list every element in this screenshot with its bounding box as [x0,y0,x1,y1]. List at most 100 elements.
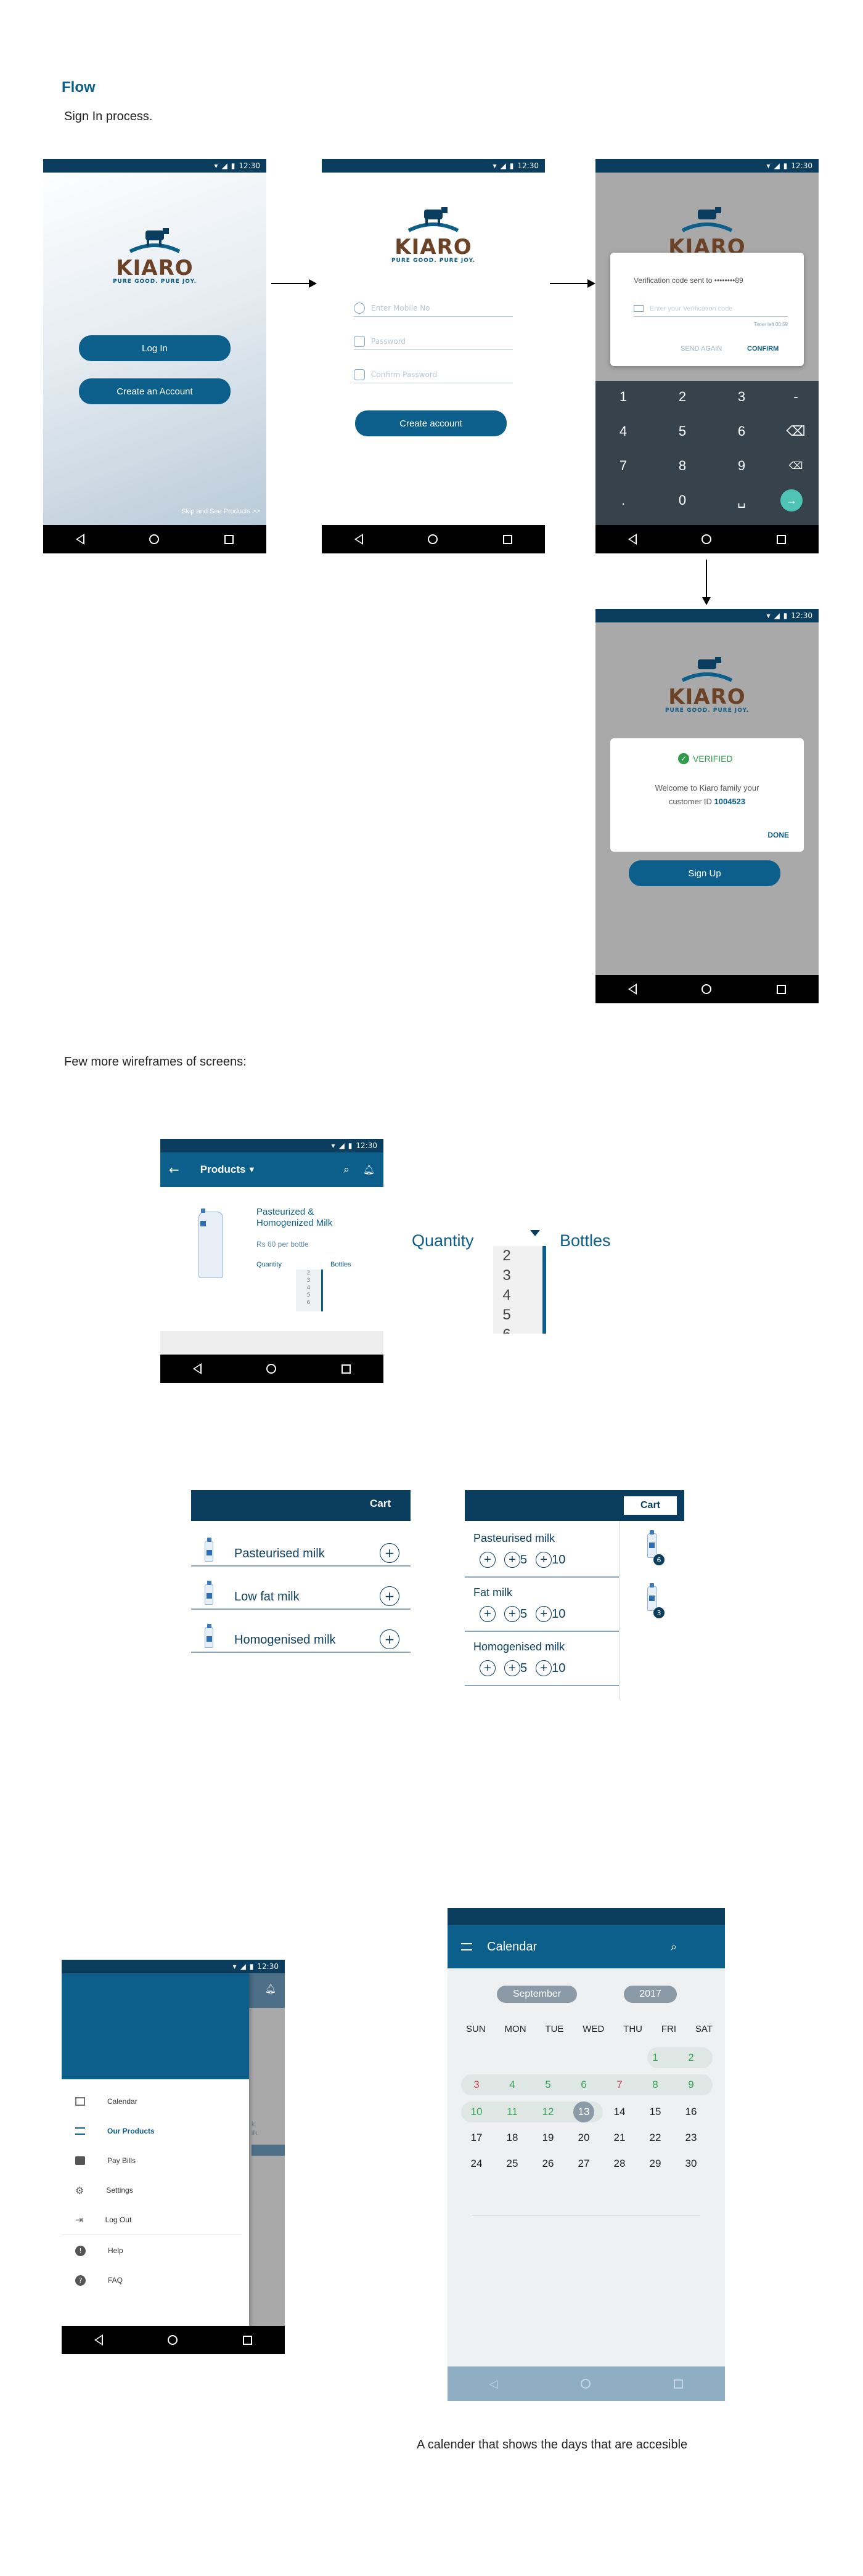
year-selector[interactable]: 2017 [624,1986,677,2003]
key-7[interactable]: 7 [595,450,651,482]
code-input[interactable]: Enter your Verification code [634,301,788,317]
calendar-day[interactable]: 11 [502,2101,523,2122]
home-icon[interactable] [701,534,712,544]
key-3[interactable]: 3 [714,381,769,413]
key-4[interactable]: 4 [595,415,651,447]
calendar-day[interactable]: 2 [681,2047,701,2068]
back-icon[interactable] [354,534,363,545]
key-dot[interactable]: . [595,484,651,516]
back-arrow-icon[interactable]: ← [169,1162,179,1177]
recents-icon[interactable] [777,984,787,994]
key-8[interactable]: 8 [655,450,710,482]
recents-icon[interactable] [674,2379,684,2389]
key-2[interactable]: 2 [655,381,710,413]
search-icon[interactable]: ⌕ [671,1941,677,1954]
create-account-button[interactable]: Create an Account [79,378,231,404]
calendar-day[interactable]: 9 [681,2074,701,2095]
backspace-icon[interactable]: ⌫ [768,415,819,447]
add-five-icon[interactable]: + [504,1552,520,1568]
back-icon[interactable] [628,534,637,545]
key-5[interactable]: 5 [655,415,710,447]
home-icon[interactable] [149,534,160,544]
calendar-day[interactable]: 19 [538,2127,558,2148]
recents-icon[interactable] [342,1364,351,1374]
back-icon[interactable] [192,1363,202,1374]
month-selector[interactable]: September [497,1986,577,2003]
calendar-day[interactable]: 3 [466,2074,487,2095]
calendar-day[interactable]: 15 [645,2101,666,2122]
calendar-day[interactable]: 10 [466,2101,487,2122]
bell-icon[interactable]: 🔔︎ [363,1164,375,1175]
calendar-day[interactable]: 22 [645,2127,666,2148]
backspace-icon[interactable]: ⌫ [768,450,819,482]
add-ten-icon[interactable]: + [536,1606,552,1622]
add-five-icon[interactable]: + [504,1660,520,1676]
key-6[interactable]: 6 [714,415,769,447]
add-ten-icon[interactable]: + [536,1552,552,1568]
signup-button[interactable]: Sign Up [629,860,780,886]
home-icon[interactable] [701,984,712,994]
calendar-day[interactable]: 28 [609,2153,630,2174]
cart-tab-button[interactable]: Cart [624,1496,677,1515]
calendar-day[interactable]: 18 [502,2127,523,2148]
add-one-icon[interactable]: + [480,1660,496,1676]
drawer-item-settings[interactable]: ⚙ Settings [62,2178,249,2203]
menu-icon[interactable] [461,1943,472,1950]
recents-icon[interactable] [777,534,787,544]
calendar-day[interactable]: 8 [645,2074,666,2095]
add-one-icon[interactable]: + [480,1552,496,1568]
home-icon[interactable] [428,534,438,544]
calendar-day[interactable]: 16 [681,2101,701,2122]
chevron-down-icon[interactable] [530,1230,540,1236]
drawer-item-pay-bills[interactable]: Pay Bills [62,2148,249,2173]
mobile-field[interactable]: Enter Mobile No [354,300,513,317]
calendar-day[interactable]: 27 [573,2153,594,2174]
calendar-day[interactable]: 1 [645,2047,666,2068]
confirm-password-field[interactable]: Confirm Password [354,366,513,383]
calendar-day[interactable]: 30 [681,2153,701,2174]
calendar-day[interactable]: 26 [538,2153,558,2174]
drawer-item-log-out[interactable]: ⇥ Log Out [62,2207,249,2232]
home-icon[interactable] [168,2335,178,2345]
calendar-day[interactable]: 6 [573,2074,594,2095]
create-account-button[interactable]: Create account [355,410,507,436]
chevron-down-icon[interactable]: ▼ [249,1167,254,1173]
add-five-icon[interactable]: + [504,1606,520,1622]
back-icon[interactable] [75,534,84,545]
add-circle-icon[interactable]: + [380,1543,399,1563]
mini-picker[interactable]: 2 3 4 5 6 [296,1270,323,1311]
calendar-day[interactable]: 13 [573,2101,594,2122]
login-button[interactable]: Log In [79,335,231,361]
done-button[interactable]: DONE [767,831,789,839]
space-icon[interactable]: ␣ [714,484,769,516]
key-dash[interactable]: - [768,381,819,413]
calendar-day[interactable]: 4 [502,2074,523,2095]
key-9[interactable]: 9 [714,450,769,482]
back-icon[interactable]: ◁ [489,2378,498,2391]
calendar-day[interactable]: 25 [502,2153,523,2174]
drawer-item-calendar[interactable]: Calendar [62,2089,249,2114]
calendar-day[interactable]: 29 [645,2153,666,2174]
calendar-day[interactable]: 17 [466,2127,487,2148]
password-field[interactable]: Password [354,333,513,350]
quantity-picker[interactable]: 2 3 4 5 6 [493,1246,546,1334]
send-again-button[interactable]: SEND AGAIN [681,345,722,353]
confirm-button[interactable]: CONFIRM [747,345,779,353]
calendar-day[interactable]: 23 [681,2127,701,2148]
calendar-day[interactable]: 12 [538,2101,558,2122]
calendar-day[interactable]: 21 [609,2127,630,2148]
add-circle-icon[interactable]: + [380,1586,399,1606]
home-icon[interactable] [581,2379,591,2389]
drawer-item-help[interactable]: ! Help [62,2238,249,2263]
calendar-day[interactable]: 14 [609,2101,630,2122]
calendar-day[interactable]: 7 [609,2074,630,2095]
calendar-day[interactable]: 20 [573,2127,594,2148]
recents-icon[interactable] [503,534,513,544]
recents-icon[interactable] [224,534,234,544]
add-one-icon[interactable]: + [480,1606,496,1622]
add-circle-icon[interactable]: + [380,1629,399,1649]
cart-title[interactable]: Cart [370,1498,391,1510]
back-icon[interactable] [628,984,637,995]
key-0[interactable]: 0 [655,484,710,516]
calendar-day[interactable]: 24 [466,2153,487,2174]
